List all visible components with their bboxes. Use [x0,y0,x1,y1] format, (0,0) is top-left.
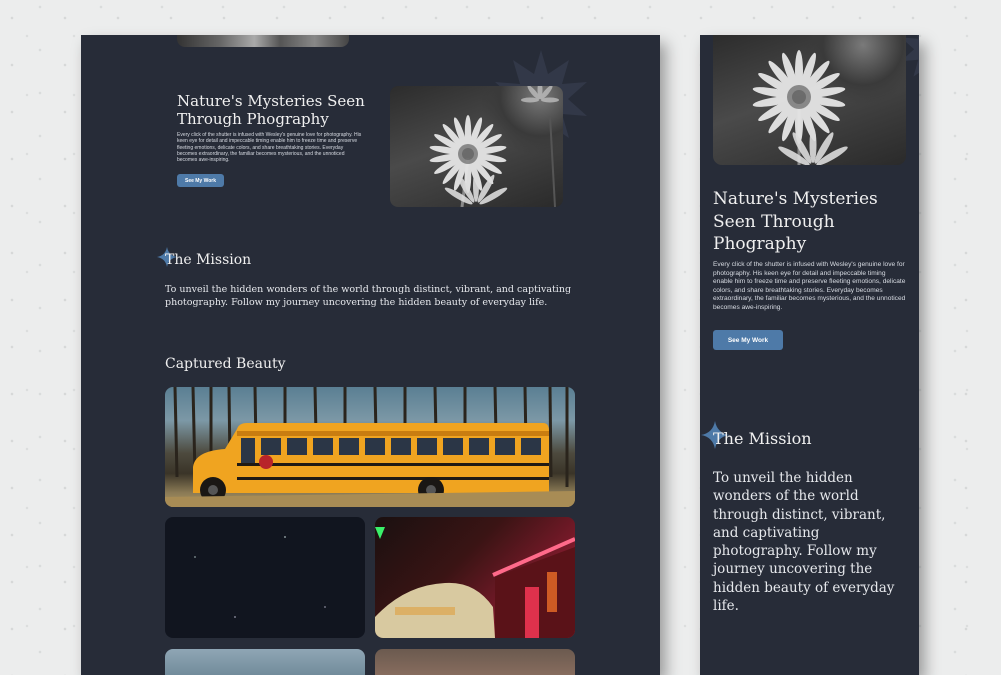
neon-diner-photo [375,517,575,638]
see-my-work-button[interactable]: See My Work [177,174,224,187]
daisy-photo [713,35,906,165]
daisy-image [752,50,848,165]
daisy-image [429,86,559,207]
starry-sky-photo [165,517,365,638]
mobile-preview: Nature's Mysteries Seen Through Phograph… [700,35,919,675]
previous-image-strip [177,35,349,47]
mission-title: The Mission [713,429,812,448]
mission-title: The Mission [165,252,252,268]
hero-body: Every click of the shutter is infused wi… [713,261,906,311]
mission-text: To unveil the hidden wonders of the worl… [713,470,895,615]
desktop-preview: Nature's Mysteries Seen Through Phograph… [81,35,660,675]
mission-text: To unveil the hidden wonders of the worl… [165,284,572,308]
neon-diner-image [375,527,575,638]
portrait-photo [375,649,575,675]
gallery-title: Captured Beauty [165,356,286,372]
hero-title: Nature's Mysteries Seen Through Phograph… [177,92,365,128]
school-bus-photo [165,387,575,507]
see-my-work-button[interactable]: See My Work [713,330,783,350]
hero-title: Nature's Mysteries Seen Through Phograph… [713,189,878,254]
hero-body: Every click of the shutter is infused wi… [177,132,362,164]
landscape-photo [165,649,365,675]
daisy-photo [390,86,563,207]
school-bus-image [165,387,575,507]
